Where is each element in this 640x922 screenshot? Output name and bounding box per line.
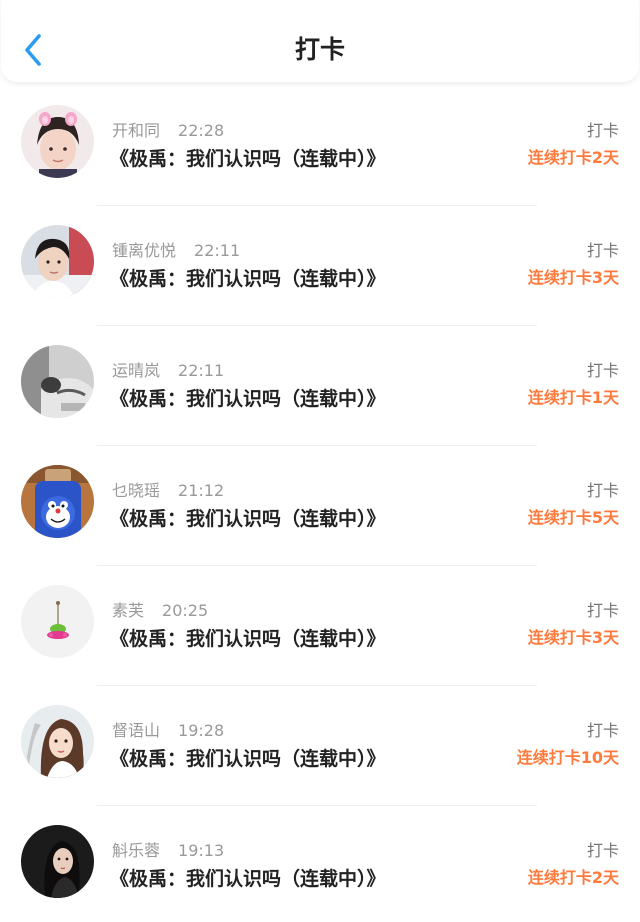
checkin-label: 打卡	[586, 241, 619, 260]
page-title: 打卡	[294, 35, 345, 64]
avatar-woman-portrait-icon	[21, 705, 94, 778]
streak-text: 连续打卡3天	[527, 628, 619, 647]
streak-text: 连续打卡2天	[527, 868, 619, 887]
list-item[interactable]: 开和同 22:28 《极禹：我们认识吗（连载中）》 打卡 连续打卡2天	[0, 86, 640, 206]
record-meta: 督语山 19:28	[112, 720, 224, 742]
avatar-grayscale-photo-icon	[21, 345, 94, 418]
avatar[interactable]	[21, 465, 94, 538]
streak-text: 连续打卡2天	[527, 148, 619, 167]
user-name[interactable]: 斛乐蓉	[112, 841, 160, 860]
avatar-doraemon-jar-icon	[21, 465, 94, 538]
user-name[interactable]: 运晴岚	[112, 361, 160, 380]
checkin-label: 打卡	[586, 481, 619, 500]
book-title[interactable]: 《极禹：我们认识吗（连载中）》	[110, 745, 386, 773]
checkin-time: 22:11	[194, 241, 241, 260]
user-name[interactable]: 乜晓瑶	[112, 481, 160, 500]
record-meta: 锺离优悦 22:11	[112, 240, 240, 262]
record-meta: 运晴岚 22:11	[112, 360, 224, 382]
record-meta: 斛乐蓉 19:13	[112, 840, 224, 862]
top-nav-bar: 打卡	[1, 0, 639, 82]
checkin-time: 22:28	[178, 121, 225, 140]
avatar[interactable]	[21, 345, 94, 418]
checkin-label: 打卡	[586, 121, 619, 140]
book-title[interactable]: 《极禹：我们认识吗（连载中）》	[110, 265, 386, 293]
checkin-label: 打卡	[586, 601, 619, 620]
avatar-girl-bunny-ears-icon	[21, 105, 94, 178]
book-title[interactable]: 《极禹：我们认识吗（连载中）》	[110, 625, 386, 653]
list-item[interactable]: 斛乐蓉 19:13 《极禹：我们认识吗（连载中）》 打卡 连续打卡2天	[0, 806, 640, 922]
book-title[interactable]: 《极禹：我们认识吗（连载中）》	[110, 385, 386, 413]
checkin-time: 19:13	[178, 841, 225, 860]
checkin-time: 20:25	[162, 601, 209, 620]
user-name[interactable]: 督语山	[112, 721, 160, 740]
record-meta: 开和同 22:28	[112, 120, 224, 142]
checkin-list: 开和同 22:28 《极禹：我们认识吗（连载中）》 打卡 连续打卡2天 锺离优悦…	[0, 86, 640, 922]
avatar[interactable]	[21, 105, 94, 178]
streak-text: 连续打卡3天	[527, 268, 619, 287]
avatar-boy-icon	[21, 225, 94, 298]
book-title[interactable]: 《极禹：我们认识吗（连载中）》	[110, 865, 386, 893]
checkin-label: 打卡	[586, 721, 619, 740]
avatar[interactable]	[21, 825, 94, 898]
record-meta: 乜晓瑶 21:12	[112, 480, 224, 502]
avatar-dark-portrait-icon	[21, 825, 94, 898]
list-item[interactable]: 运晴岚 22:11 《极禹：我们认识吗（连载中）》 打卡 连续打卡1天	[0, 326, 640, 446]
checkin-label: 打卡	[586, 361, 619, 380]
record-meta: 素芙 20:25	[112, 600, 208, 622]
avatar[interactable]	[21, 705, 94, 778]
avatar-small-plant-icon	[21, 585, 94, 658]
checkin-time: 22:11	[178, 361, 225, 380]
streak-text: 连续打卡1天	[527, 388, 619, 407]
streak-text: 连续打卡5天	[527, 508, 619, 527]
list-item[interactable]: 督语山 19:28 《极禹：我们认识吗（连载中）》 打卡 连续打卡10天	[0, 686, 640, 806]
avatar[interactable]	[21, 225, 94, 298]
checkin-label: 打卡	[586, 841, 619, 860]
avatar[interactable]	[21, 585, 94, 658]
book-title[interactable]: 《极禹：我们认识吗（连载中）》	[110, 505, 386, 533]
user-name[interactable]: 素芙	[112, 601, 144, 620]
book-title[interactable]: 《极禹：我们认识吗（连载中）》	[110, 145, 386, 173]
user-name[interactable]: 锺离优悦	[112, 241, 176, 260]
user-name[interactable]: 开和同	[112, 121, 160, 140]
checkin-time: 21:12	[178, 481, 225, 500]
checkin-time: 19:28	[178, 721, 225, 740]
checkin-page: 打卡 开和同 22:28 《极禹：我们认识吗（连载中）》 打卡 连续打卡2天 锺…	[0, 0, 640, 922]
list-item[interactable]: 锺离优悦 22:11 《极禹：我们认识吗（连载中）》 打卡 连续打卡3天	[0, 206, 640, 326]
list-item[interactable]: 乜晓瑶 21:12 《极禹：我们认识吗（连载中）》 打卡 连续打卡5天	[0, 446, 640, 566]
list-item[interactable]: 素芙 20:25 《极禹：我们认识吗（连载中）》 打卡 连续打卡3天	[0, 566, 640, 686]
streak-text: 连续打卡10天	[516, 748, 619, 767]
